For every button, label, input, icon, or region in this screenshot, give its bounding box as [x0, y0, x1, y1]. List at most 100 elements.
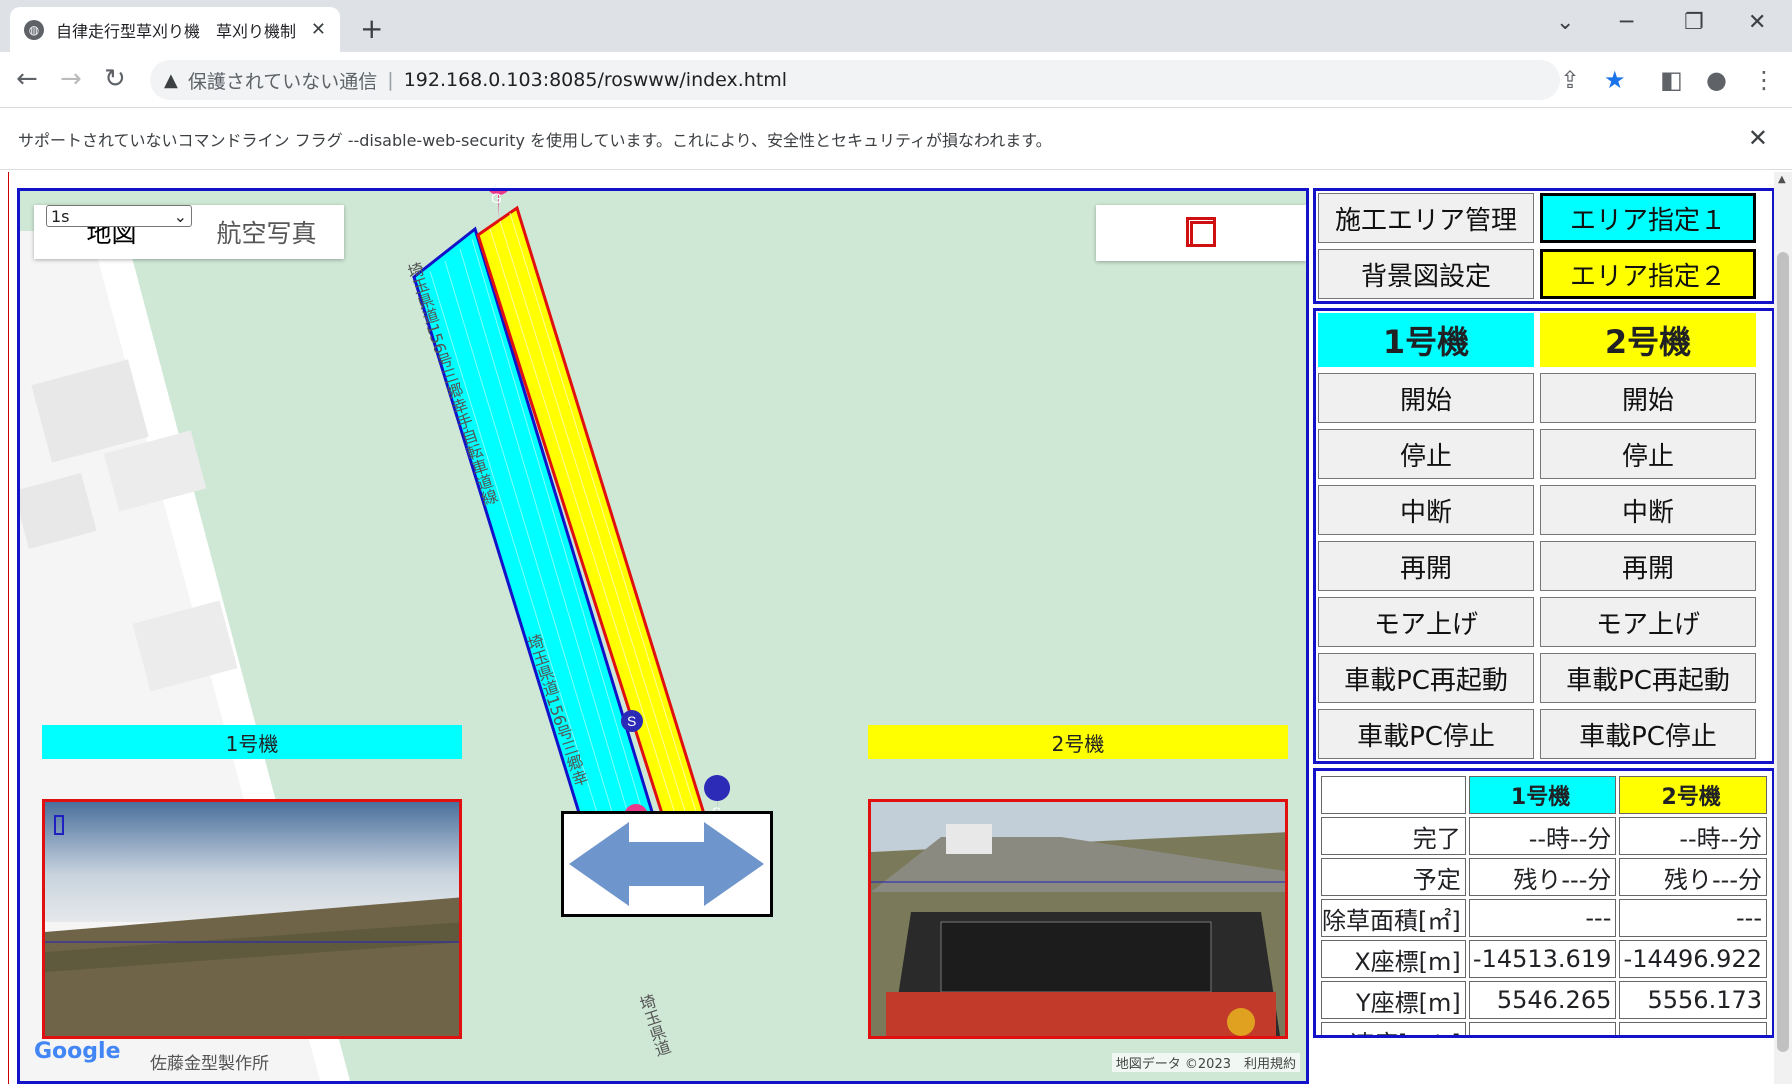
status-value: --.--: [1619, 1022, 1767, 1035]
robot-control-box: 1号機 2号機 開始 開始 停止 停止 中断 中断 再開 再開 モア上げ モア上…: [1313, 308, 1775, 764]
status-label: 速度[m/s]: [1321, 1022, 1466, 1035]
robot-2-camera: [868, 799, 1288, 1039]
area-select-2-button[interactable]: エリア指定２: [1540, 249, 1756, 299]
update-rate-select[interactable]: 1s ⌄: [46, 205, 192, 227]
status-box: 1号機 2号機 完了 --時--分 --時--分 予定 残り---分 残り---…: [1313, 768, 1775, 1038]
infobar-close-icon[interactable]: ✕: [1748, 124, 1768, 152]
status-table: 1号機 2号機 完了 --時--分 --時--分 予定 残り---分 残り---…: [1318, 773, 1770, 1035]
goal-marker-2-label: G: [491, 191, 502, 206]
status-value: 5546.265: [1468, 981, 1617, 1019]
robot-2-label: 2号機: [868, 725, 1288, 759]
status-label: Y座標[m]: [1321, 981, 1466, 1019]
start-marker-1-label: S: [627, 713, 636, 729]
robot-1-label: 1号機: [42, 725, 462, 759]
globe-icon: ◍: [24, 19, 44, 40]
robot-2-header: 2号機: [1540, 313, 1756, 367]
status-value: 残り---分: [1468, 858, 1617, 896]
tab-title: 自律走行型草刈り機 草刈り機制: [56, 21, 297, 41]
status-label: 除草面積[㎡]: [1321, 899, 1466, 937]
google-logo: Google: [34, 1039, 121, 1064]
browser-tab[interactable]: ◍ 自律走行型草刈り機 草刈り機制 ✕: [10, 7, 340, 52]
robot-2-pause-button[interactable]: 中断: [1540, 485, 1756, 535]
bookmark-star-icon[interactable]: ★: [1604, 66, 1626, 94]
status-value: --時--分: [1468, 817, 1617, 855]
warning-infobar: サポートされていないコマンドライン フラグ --disable-web-secu…: [0, 108, 1792, 170]
robot-2-stop-button[interactable]: 停止: [1540, 429, 1756, 479]
scrollbar-thumb[interactable]: [1777, 252, 1789, 1052]
area-control-box: 施工エリア管理 エリア指定１ 背景図設定 エリア指定２: [1313, 188, 1775, 304]
robot-2-start-button[interactable]: 開始: [1540, 373, 1756, 423]
robot-1-pc-reboot-button[interactable]: 車載PC再起動: [1318, 653, 1534, 703]
reload-icon[interactable]: ↻: [104, 64, 126, 94]
profile-icon[interactable]: ●: [1706, 66, 1727, 94]
chevron-down-icon: ⌄: [173, 206, 187, 226]
status-value: 残り---分: [1619, 858, 1767, 896]
table-row: Y座標[m] 5546.265 5556.173: [1321, 981, 1767, 1019]
robot-1-pc-shutdown-button[interactable]: 車載PC停止: [1318, 709, 1534, 759]
area-manage-button[interactable]: 施工エリア管理: [1318, 193, 1534, 243]
table-row: 完了 --時--分 --時--分: [1321, 817, 1767, 855]
status-value: ---: [1619, 899, 1767, 937]
page-content: G S S G 地図 航空写真 1s ⌄ 埼玉県道156号三郷幸手自転車道線 埼…: [8, 172, 1775, 1084]
new-tab-icon[interactable]: +: [360, 12, 383, 45]
warning-icon[interactable]: ▲: [164, 70, 178, 91]
status-corner-cell: [1321, 776, 1466, 814]
robot-1-header: 1号機: [1318, 313, 1534, 367]
robot-2-mower-up-button[interactable]: モア上げ: [1540, 597, 1756, 647]
window-close-icon[interactable]: ✕: [1748, 10, 1766, 35]
direction-arrow: [561, 811, 773, 917]
map-attribution[interactable]: 地図データ ©2023 利用規約: [1111, 1053, 1300, 1072]
status-label: 予定: [1321, 858, 1466, 896]
robot-2-pc-reboot-button[interactable]: 車載PC再起動: [1540, 653, 1756, 703]
fullscreen-icon[interactable]: [1186, 217, 1216, 247]
status-label: X座標[m]: [1321, 940, 1466, 978]
status-value: 5556.173: [1619, 981, 1767, 1019]
robot-1-mower-up-button[interactable]: モア上げ: [1318, 597, 1534, 647]
robot-1-stop-button[interactable]: 停止: [1318, 429, 1534, 479]
table-row: 1号機 2号機: [1321, 776, 1767, 814]
tab-close-icon[interactable]: ✕: [311, 19, 326, 40]
status-value: ---: [1468, 899, 1617, 937]
insecure-label: 保護されていない通信: [187, 70, 378, 93]
tab-bar: ◍ 自律走行型草刈り機 草刈り機制 ✕ + ⌄ ─ ❐ ✕: [0, 0, 1792, 52]
page-scrollbar[interactable]: ▲: [1774, 172, 1792, 1084]
robot-1-start-button[interactable]: 開始: [1318, 373, 1534, 423]
robot-1-camera: [42, 799, 462, 1039]
forward-icon[interactable]: →: [60, 64, 82, 94]
table-row: 除草面積[㎡] --- ---: [1321, 899, 1767, 937]
status-value: -14513.619: [1468, 940, 1617, 978]
table-row: X座標[m] -14513.619 -14496.922: [1321, 940, 1767, 978]
update-rate-value: 1s: [51, 206, 70, 226]
share-icon[interactable]: ⇪: [1560, 66, 1580, 94]
table-row: 速度[m/s] --.-- --.--: [1321, 1022, 1767, 1035]
status-value: --.--: [1468, 1022, 1617, 1035]
status-col-robot-1: 1号機: [1468, 776, 1617, 814]
poi-label: 佐藤金型製作所: [150, 1054, 269, 1074]
tab-search-icon[interactable]: ⌄: [1556, 10, 1574, 35]
status-label: 完了: [1321, 817, 1466, 855]
restore-icon[interactable]: ❐: [1684, 10, 1704, 35]
area-select-1-button[interactable]: エリア指定１: [1540, 193, 1756, 243]
back-icon[interactable]: ←: [16, 64, 38, 94]
status-value: -14496.922: [1619, 940, 1767, 978]
map-type-satellite-button[interactable]: 航空写真: [189, 205, 344, 259]
table-row: 予定 残り---分 残り---分: [1321, 858, 1767, 896]
status-value: --時--分: [1619, 817, 1767, 855]
address-bar[interactable]: ▲ 保護されていない通信 | 192.168.0.103:8085/roswww…: [150, 60, 1560, 100]
address-url: 192.168.0.103:8085/roswww/index.html: [403, 69, 788, 91]
background-setting-button[interactable]: 背景図設定: [1318, 249, 1534, 299]
control-panel: 施工エリア管理 エリア指定１ 背景図設定 エリア指定２ 1号機 2号機 開始 開…: [1313, 188, 1775, 1038]
robot-1-resume-button[interactable]: 再開: [1318, 541, 1534, 591]
side-panel-icon[interactable]: ◧: [1660, 66, 1683, 94]
fullscreen-control: [1096, 205, 1306, 261]
browser-toolbar: ← → ↻ ▲ 保護されていない通信 | 192.168.0.103:8085/…: [0, 52, 1792, 108]
menu-icon[interactable]: ⋮: [1752, 66, 1776, 94]
minimize-icon[interactable]: ─: [1620, 10, 1633, 35]
robot-2-pc-shutdown-button[interactable]: 車載PC停止: [1540, 709, 1756, 759]
scroll-up-icon[interactable]: ▲: [1778, 174, 1786, 185]
address-separator: |: [387, 69, 394, 91]
robot-1-pause-button[interactable]: 中断: [1318, 485, 1534, 535]
robot-2-resume-button[interactable]: 再開: [1540, 541, 1756, 591]
infobar-text: サポートされていないコマンドライン フラグ --disable-web-secu…: [18, 130, 1052, 150]
map-view[interactable]: G S S G 地図 航空写真 1s ⌄ 埼玉県道156号三郷幸手自転車道線 埼…: [17, 188, 1309, 1084]
